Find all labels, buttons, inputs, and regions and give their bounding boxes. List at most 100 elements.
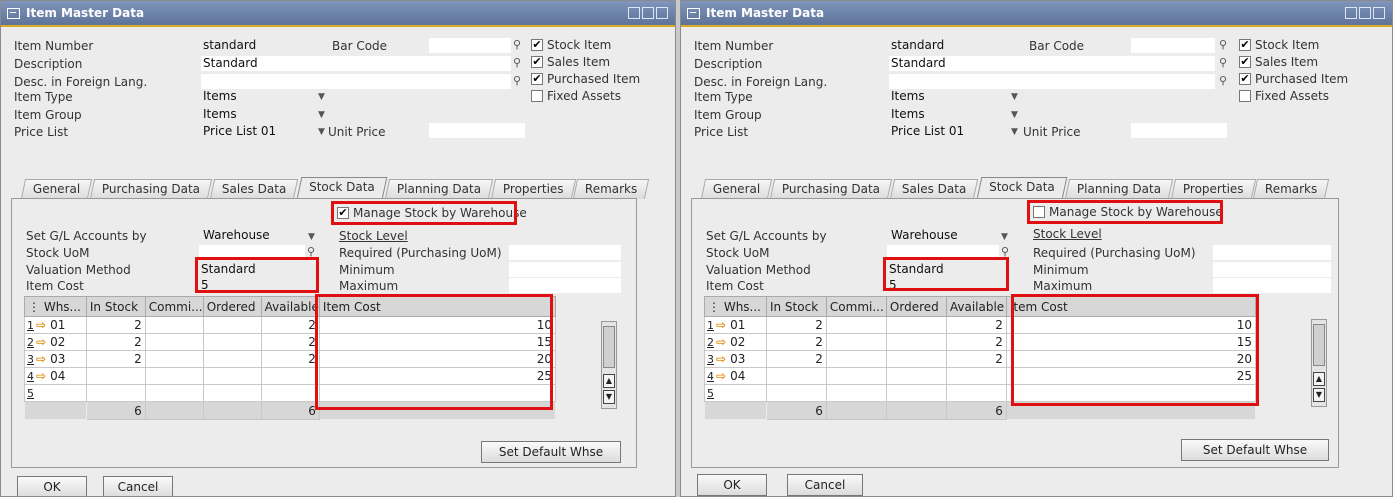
tab-general[interactable]: General	[700, 179, 773, 199]
scroll-up-icon[interactable]: ▲	[1313, 372, 1325, 386]
bar-code-field[interactable]	[1131, 38, 1215, 53]
tab-purchasing-data[interactable]: Purchasing Data	[770, 179, 893, 199]
tab-properties[interactable]: Properties	[490, 179, 576, 199]
stock-item-checkbox[interactable]: ✔	[1239, 39, 1251, 51]
maximum-field[interactable]	[509, 278, 621, 293]
grid-col-whs[interactable]: ⋮ Whs...	[24, 296, 87, 317]
tab-planning-data[interactable]: Planning Data	[1064, 179, 1173, 199]
grid-col-whs[interactable]: ⋮ Whs...	[704, 296, 767, 317]
chevron-down-icon[interactable]: ▼	[1011, 90, 1021, 105]
purchased-item-checkbox[interactable]: ✔	[1239, 73, 1251, 85]
description-field[interactable]: Standard	[889, 56, 1215, 71]
grid-col-available[interactable]: Available	[260, 296, 320, 317]
grid-col-committed[interactable]: Commi...	[144, 296, 204, 317]
tab-remarks[interactable]: Remarks	[573, 179, 650, 199]
link-icon[interactable]: ⚲	[513, 56, 521, 69]
tab-planning-data[interactable]: Planning Data	[384, 179, 493, 199]
item-number-field[interactable]: standard	[201, 38, 321, 53]
close-icon[interactable]	[1373, 7, 1385, 19]
foreign-lang-field[interactable]	[201, 74, 511, 89]
unit-price-field[interactable]	[1131, 123, 1227, 138]
required-field[interactable]	[1213, 245, 1331, 260]
tab-stock-data[interactable]: Stock Data	[296, 177, 387, 199]
stock-item-checkbox[interactable]: ✔	[531, 39, 543, 51]
scroll-down-icon[interactable]: ▼	[603, 390, 615, 404]
arrow-right-icon[interactable]: ⇨	[36, 318, 46, 332]
arrow-right-icon[interactable]: ⇨	[716, 369, 726, 383]
arrow-right-icon[interactable]: ⇨	[716, 335, 726, 349]
scroll-down-icon[interactable]: ▼	[1313, 388, 1325, 402]
chevron-down-icon[interactable]: ▼	[318, 90, 328, 105]
link-icon[interactable]: ⚲	[1219, 56, 1227, 69]
chevron-down-icon[interactable]: ▼	[318, 108, 328, 123]
arrow-right-icon[interactable]: ⇨	[716, 352, 726, 366]
close-icon[interactable]	[656, 7, 668, 19]
bar-code-field[interactable]	[429, 38, 511, 53]
maximize-icon[interactable]	[642, 7, 654, 19]
chevron-down-icon[interactable]: ▼	[1011, 108, 1021, 123]
price-list-select[interactable]: Price List 01	[201, 124, 313, 139]
sales-item-checkbox[interactable]: ✔	[531, 56, 543, 68]
minimize-icon[interactable]	[1345, 7, 1357, 19]
scrollbar-thumb[interactable]	[1313, 324, 1325, 366]
grid-col-ordered[interactable]: Ordered	[202, 296, 262, 317]
grid-col-committed[interactable]: Commi...	[825, 296, 887, 317]
set-default-whse-button[interactable]: Set Default Whse	[481, 441, 621, 463]
cancel-button[interactable]: Cancel	[787, 474, 863, 496]
grid-scrollbar[interactable]: ▲ ▼	[601, 321, 617, 409]
scroll-up-icon[interactable]: ▲	[603, 374, 615, 388]
cancel-button[interactable]: Cancel	[103, 476, 173, 496]
arrow-right-icon[interactable]: ⇨	[36, 335, 46, 349]
item-group-select[interactable]: Items	[201, 107, 313, 122]
grid-col-in-stock[interactable]: In Stock	[765, 296, 827, 317]
foreign-lang-field[interactable]	[889, 74, 1215, 89]
tab-sales-data[interactable]: Sales Data	[210, 179, 299, 199]
set-default-whse-button[interactable]: Set Default Whse	[1181, 439, 1329, 461]
chevron-down-icon[interactable]: ▼	[318, 125, 328, 140]
tab-remarks[interactable]: Remarks	[1253, 179, 1330, 199]
grid-col-available[interactable]: Available	[945, 296, 1007, 317]
item-type-select[interactable]: Items	[889, 89, 1001, 104]
required-field[interactable]	[509, 245, 621, 260]
item-group-select[interactable]: Items	[889, 107, 1001, 122]
sales-item-checkbox[interactable]: ✔	[1239, 56, 1251, 68]
link-icon[interactable]: ⚲	[513, 74, 521, 87]
item-type-select[interactable]: Items	[201, 89, 313, 104]
scrollbar-thumb[interactable]	[603, 326, 615, 368]
fixed-assets-checkbox[interactable]	[531, 90, 543, 102]
unit-price-field[interactable]	[429, 123, 525, 138]
gl-accounts-select[interactable]: Warehouse	[889, 228, 989, 243]
minimum-field[interactable]	[1213, 262, 1331, 277]
title-bar[interactable]: Item Master Data	[681, 1, 1392, 27]
tab-properties[interactable]: Properties	[1170, 179, 1256, 199]
gl-accounts-select[interactable]: Warehouse	[201, 228, 301, 243]
maximum-field[interactable]	[1213, 278, 1331, 293]
chevron-down-icon[interactable]: ▼	[308, 230, 318, 245]
description-field[interactable]: Standard	[201, 56, 511, 71]
chevron-down-icon[interactable]: ▼	[1001, 230, 1011, 245]
fixed-assets-checkbox[interactable]	[1239, 90, 1251, 102]
maximize-icon[interactable]	[1359, 7, 1371, 19]
purchased-item-checkbox[interactable]: ✔	[531, 73, 543, 85]
tab-sales-data[interactable]: Sales Data	[890, 179, 979, 199]
title-bar[interactable]: Item Master Data	[1, 1, 675, 27]
chevron-down-icon[interactable]: ▼	[1011, 125, 1021, 140]
minimize-icon[interactable]	[628, 7, 640, 19]
link-icon[interactable]: ⚲	[1219, 74, 1227, 87]
ok-button[interactable]: OK	[697, 474, 767, 496]
link-icon[interactable]: ⚲	[513, 38, 521, 51]
item-number-field[interactable]: standard	[889, 38, 1009, 53]
arrow-right-icon[interactable]: ⇨	[36, 352, 46, 366]
arrow-right-icon[interactable]: ⇨	[716, 318, 726, 332]
ok-button[interactable]: OK	[17, 476, 87, 496]
grid-col-in-stock[interactable]: In Stock	[85, 296, 146, 317]
arrow-right-icon[interactable]: ⇨	[36, 369, 46, 383]
grid-col-ordered[interactable]: Ordered	[885, 296, 947, 317]
tab-purchasing-data[interactable]: Purchasing Data	[90, 179, 213, 199]
link-icon[interactable]: ⚲	[1219, 38, 1227, 51]
tab-stock-data[interactable]: Stock Data	[976, 177, 1067, 199]
tab-general[interactable]: General	[20, 179, 93, 199]
grid-scrollbar[interactable]: ▲ ▼	[1311, 319, 1327, 407]
minimum-field[interactable]	[509, 262, 621, 277]
price-list-select[interactable]: Price List 01	[889, 124, 1001, 139]
